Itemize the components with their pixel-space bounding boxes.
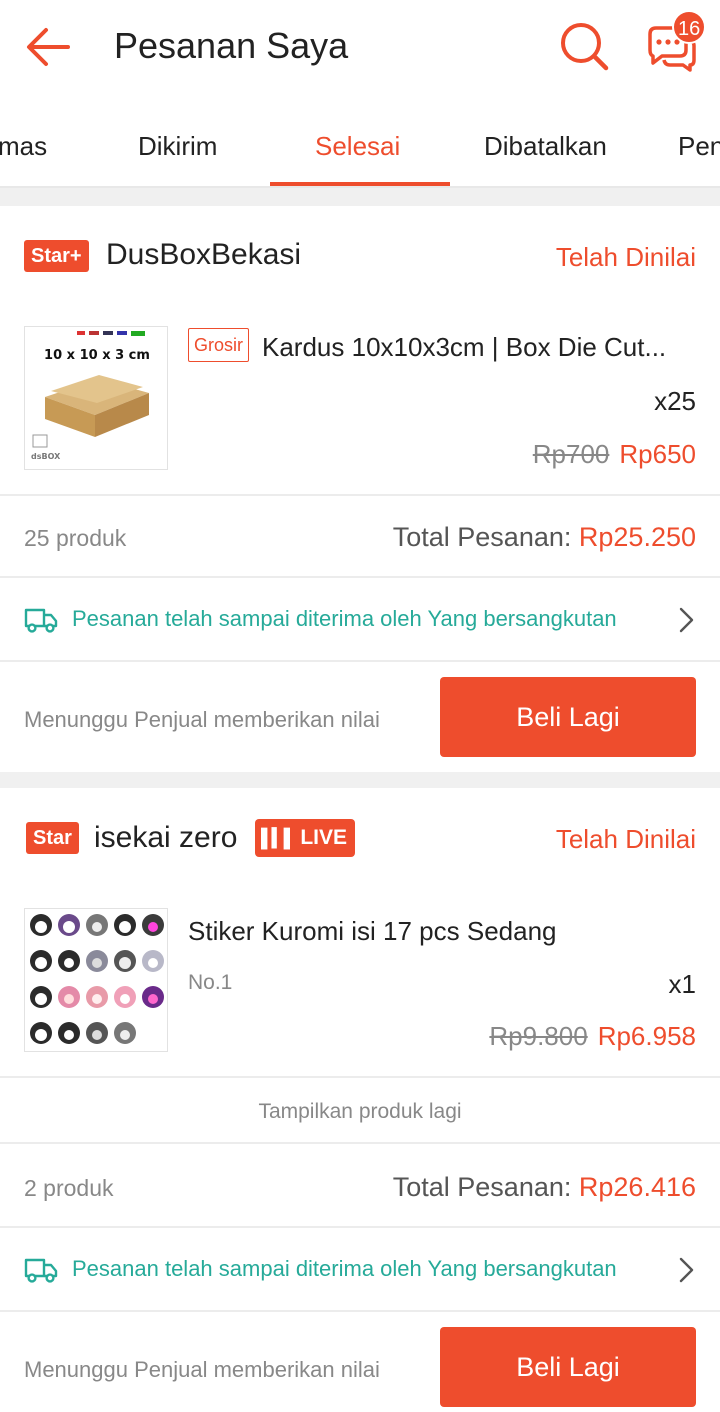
product-count: 2 produk <box>24 1175 114 1201</box>
shop-header[interactable]: Star isekai zero ▌▍▌ LIVE Telah Dinilai <box>0 788 720 892</box>
total-label: Total Pesanan: <box>392 522 572 552</box>
order-total: Total Pesanan: Rp26.416 <box>393 1172 696 1203</box>
total-amount: Rp26.416 <box>578 1172 696 1202</box>
show-more-products-link[interactable]: Tampilkan produk lagi <box>0 1100 720 1124</box>
original-price: Rp9.800 <box>489 1021 588 1051</box>
product-image[interactable]: 10 x 10 x 3 cm dsBOX <box>24 326 168 470</box>
product-variant: No.1 <box>188 971 233 994</box>
total-amount: Rp25.250 <box>578 522 696 552</box>
svg-text:dsBOX: dsBOX <box>31 452 61 461</box>
divider <box>0 1076 720 1078</box>
tab-dikemas[interactable]: mas <box>0 94 47 186</box>
active-tab-indicator <box>270 182 450 186</box>
live-badge: ▌▍▌ LIVE <box>255 819 356 857</box>
order-status-tabs: mas Dikirim Selesai Dibatalkan Pen <box>0 94 720 188</box>
buy-again-button[interactable]: Beli Lagi <box>440 1327 696 1407</box>
order-card: Star isekai zero ▌▍▌LIVE Telah Dinilai <box>0 788 720 1412</box>
chat-unread-badge: 16 <box>672 10 707 44</box>
product-count: 25 produk <box>24 525 127 551</box>
chevron-right-icon <box>679 607 694 633</box>
order-status: Telah Dinilai <box>555 824 696 854</box>
product-quantity: x25 <box>654 386 696 416</box>
rating-status-text: Menunggu Penjual memberikan nilai <box>24 1357 380 1382</box>
search-icon[interactable] <box>556 18 612 74</box>
order-status: Telah Dinilai <box>555 242 696 272</box>
box-size-label: 10 x 10 x 3 cm <box>44 348 150 363</box>
original-price: Rp700 <box>532 439 610 469</box>
product-name[interactable]: Kardus 10x10x3cm | Box Die Cut... <box>262 332 696 363</box>
shipping-status-text: Pesanan telah sampai diterima oleh Yang … <box>72 1256 617 1281</box>
product-price: Rp9.800 Rp6.958 <box>489 1021 696 1052</box>
back-arrow-icon[interactable] <box>22 20 76 74</box>
shop-header[interactable]: Star+ DusBoxBekasi Telah Dinilai <box>0 206 720 310</box>
order-card: Star+ DusBoxBekasi Telah Dinilai 10 x 10… <box>0 206 720 772</box>
delivery-truck-icon <box>24 1258 58 1283</box>
divider <box>0 660 720 662</box>
divider <box>0 1142 720 1144</box>
buy-again-button[interactable]: Beli Lagi <box>440 677 696 757</box>
product-quantity: x1 <box>668 969 696 999</box>
shipping-status-text: Pesanan telah sampai diterima oleh Yang … <box>72 606 617 631</box>
cardboard-box-image: 10 x 10 x 3 cm dsBOX <box>25 327 167 469</box>
shipping-status-row[interactable]: Pesanan telah sampai diterima oleh Yang … <box>0 578 720 660</box>
tab-pengembalian[interactable]: Pen <box>678 94 720 186</box>
total-label: Total Pesanan: <box>392 1172 572 1202</box>
discounted-price: Rp6.958 <box>597 1021 696 1051</box>
sticker-sheet-image <box>25 909 167 1051</box>
tab-dibatalkan[interactable]: Dibatalkan <box>484 94 607 186</box>
tab-dikirim[interactable]: Dikirim <box>138 94 217 186</box>
chevron-right-icon <box>679 1257 694 1283</box>
star-plus-badge: Star+ <box>24 240 89 272</box>
product-name[interactable]: Stiker Kuromi isi 17 pcs Sedang <box>188 916 696 947</box>
shipping-status-row[interactable]: Pesanan telah sampai diterima oleh Yang … <box>0 1228 720 1310</box>
app-header: Pesanan Saya 16 <box>0 0 720 94</box>
shop-name: DusBoxBekasi <box>106 238 302 271</box>
shop-name: isekai zero <box>94 821 238 854</box>
tab-selesai[interactable]: Selesai <box>315 94 400 186</box>
divider <box>0 494 720 496</box>
divider <box>0 1310 720 1312</box>
grosir-tag: Grosir <box>188 328 249 362</box>
order-total: Total Pesanan: Rp25.250 <box>393 522 696 553</box>
discounted-price: Rp650 <box>619 439 696 469</box>
live-bars-icon: ▌▍▌ <box>261 828 296 848</box>
star-badge: Star <box>26 822 79 854</box>
product-price: Rp700 Rp650 <box>533 439 696 470</box>
product-image[interactable] <box>24 908 168 1052</box>
page-title: Pesanan Saya <box>114 25 349 66</box>
rating-status-text: Menunggu Penjual memberikan nilai <box>24 707 380 732</box>
delivery-truck-icon <box>24 608 58 633</box>
